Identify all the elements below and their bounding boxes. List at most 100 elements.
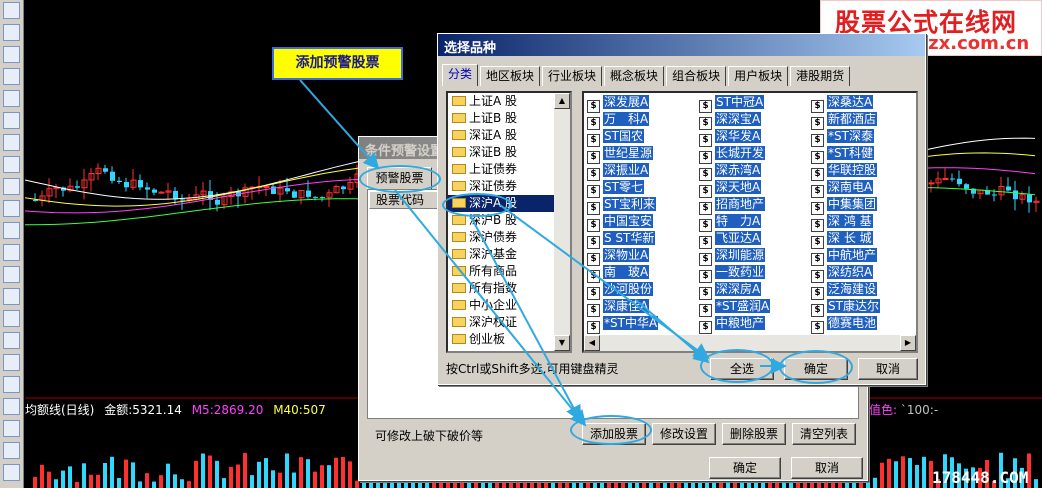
category-item[interactable]: 深沪债券: [448, 229, 570, 246]
stock-item[interactable]: $ *ST深泰: [811, 128, 874, 147]
clear-list-button[interactable]: 清空列表: [792, 423, 856, 445]
toolbar-tool-icon[interactable]: [3, 420, 20, 437]
stock-item[interactable]: $ 一致药业: [699, 264, 766, 283]
stock-item[interactable]: $ 深振业A: [587, 162, 650, 181]
stock-item[interactable]: $ 深深房A: [699, 281, 762, 300]
toolbar-tool-icon[interactable]: [3, 134, 20, 151]
stock-item[interactable]: $ *ST科健: [811, 145, 874, 164]
toolbar-tool-icon[interactable]: [3, 156, 20, 173]
tab-6[interactable]: 港股期货: [790, 66, 851, 86]
toolbar-tool-icon[interactable]: [3, 354, 20, 371]
toolbar-tool-icon[interactable]: [3, 266, 20, 283]
toolbar-tool-icon[interactable]: [3, 2, 20, 19]
delete-stock-button[interactable]: 删除股票: [722, 423, 786, 445]
modify-settings-button[interactable]: 修改设置: [652, 423, 716, 445]
stock-grid-scrollbar[interactable]: ◀ ▶: [584, 335, 916, 351]
stock-item[interactable]: $ 南 玻A: [587, 264, 650, 283]
toolbar-tool-icon[interactable]: [3, 332, 20, 349]
ok-button[interactable]: 确定: [709, 457, 781, 479]
stock-item[interactable]: $ *ST中华A: [587, 315, 659, 334]
cancel-button[interactable]: 取消: [791, 457, 863, 479]
toolbar-tool-icon[interactable]: [3, 178, 20, 195]
toolbar-tool-icon[interactable]: [3, 46, 20, 63]
stock-item[interactable]: $ 深物业A: [587, 247, 650, 266]
toolbar-tool-icon[interactable]: [3, 244, 20, 261]
stock-item[interactable]: $ 沙河股份: [587, 281, 654, 300]
stock-item[interactable]: $ 深圳能源: [699, 247, 766, 266]
stock-item[interactable]: $ 中国宝安: [587, 213, 654, 232]
tab-3[interactable]: 概念板块: [604, 66, 665, 86]
category-item[interactable]: 深证债券: [448, 178, 570, 195]
toolbar-tool-icon[interactable]: [3, 442, 20, 459]
toolbar-tool-icon[interactable]: [3, 398, 20, 415]
toolbar-tool-icon[interactable]: [3, 68, 20, 85]
stock-item[interactable]: $ ST零七: [587, 179, 644, 198]
stock-item[interactable]: $ ST中冠A: [699, 94, 765, 113]
stock-item[interactable]: $ 万 科A: [587, 111, 650, 130]
stock-item[interactable]: $ 深南电A: [811, 179, 874, 198]
stock-item[interactable]: $ 深康佳A: [587, 298, 650, 317]
stock-item[interactable]: $ ST国农: [587, 128, 644, 147]
scroll-right-icon[interactable]: ▶: [900, 335, 916, 351]
tab-0[interactable]: 分类: [442, 64, 479, 86]
stock-item[interactable]: $ 深 鸿 基: [811, 213, 873, 232]
category-item[interactable]: 上证B 股: [448, 110, 570, 127]
toolbar-tool-icon[interactable]: [3, 376, 20, 393]
stock-item[interactable]: $ 飞亚达A: [699, 230, 762, 249]
toolbar-tool-icon[interactable]: [3, 222, 20, 239]
category-item[interactable]: 创业板: [448, 331, 570, 348]
tab-1[interactable]: 地区板块: [480, 66, 541, 86]
toolbar-tool-icon[interactable]: [3, 24, 20, 41]
stock-item[interactable]: $ 深桑达A: [811, 94, 874, 113]
toolbar-tool-icon[interactable]: [3, 112, 20, 129]
toolbar-tool-icon[interactable]: [3, 310, 20, 327]
category-item[interactable]: 深沪权证: [448, 314, 570, 331]
category-scrollbar[interactable]: ▲ ▼: [554, 93, 570, 351]
category-list[interactable]: 上证A 股上证B 股深证A 股深证B 股上证债券 深证债券 深沪A 股深沪B 股深沪…: [446, 91, 572, 353]
stock-item[interactable]: $ 世纪星源: [587, 145, 654, 164]
category-item[interactable]: 所有指数: [448, 280, 570, 297]
stock-item[interactable]: $ ST康达尔: [811, 298, 880, 317]
stock-grid[interactable]: $ 深发展A $ ST中冠A $ 深桑达A $ 万 科A $ 深深宝A $ 新都酒店 $ ST国农 $ 深华发…: [582, 91, 918, 353]
toolbar-tool-icon[interactable]: [3, 288, 20, 305]
stock-item[interactable]: $ 中集集团: [811, 196, 878, 215]
tab-5[interactable]: 用户板块: [728, 66, 789, 86]
category-tabs: 分类 地区板块 行业板块 概念板块 组合板块 用户板块 港股期货: [442, 64, 852, 86]
category-item[interactable]: 深证A 股: [448, 127, 570, 144]
stock-item[interactable]: $ 中航地产: [811, 247, 878, 266]
stock-item[interactable]: $ 新都酒店: [811, 111, 878, 130]
category-item[interactable]: 深证B 股: [448, 144, 570, 161]
stock-item[interactable]: $ 深纺织A: [811, 264, 874, 283]
stock-item[interactable]: $ 深赤湾A: [699, 162, 762, 181]
stock-item[interactable]: $ 招商地产: [699, 196, 766, 215]
select-cancel-button[interactable]: 取消: [858, 358, 918, 380]
category-item[interactable]: 上证债券: [448, 161, 570, 178]
toolbar-tool-icon[interactable]: [3, 200, 20, 217]
stock-item[interactable]: $ *ST盛润A: [699, 298, 771, 317]
category-item[interactable]: 中小企业: [448, 297, 570, 314]
stock-item[interactable]: $ 华联控股: [811, 162, 878, 181]
scroll-down-icon[interactable]: ▼: [554, 335, 570, 351]
toolbar-tool-icon[interactable]: [3, 464, 20, 481]
tab-2[interactable]: 行业板块: [542, 66, 603, 86]
stock-item[interactable]: $ 深天地A: [699, 179, 762, 198]
tab-4[interactable]: 组合板块: [666, 66, 727, 86]
category-item[interactable]: 上证A 股: [448, 93, 570, 110]
stock-item[interactable]: $ 中粮地产: [699, 315, 766, 334]
stock-item[interactable]: $ 德赛电池: [811, 315, 878, 334]
stock-item[interactable]: $ 深发展A: [587, 94, 650, 113]
stock-item[interactable]: $ 深华发A: [699, 128, 762, 147]
stock-item[interactable]: $ 泛海建设: [811, 281, 878, 300]
scroll-up-icon[interactable]: ▲: [554, 93, 570, 109]
stock-item[interactable]: $ 深 长 城: [811, 230, 873, 249]
stock-item[interactable]: $ 特 力A: [699, 213, 762, 232]
stock-item[interactable]: $ 长城开发: [699, 145, 766, 164]
stock-item[interactable]: $ 深深宝A: [699, 111, 762, 130]
scroll-left-icon[interactable]: ◀: [584, 335, 600, 351]
stock-item[interactable]: $ ST宝利来: [587, 196, 656, 215]
category-item[interactable]: 所有商品: [448, 263, 570, 280]
category-item[interactable]: 深沪基金: [448, 246, 570, 263]
stock-item[interactable]: $ S ST华新: [587, 230, 656, 249]
toolbar-tool-icon[interactable]: [3, 90, 20, 107]
category-label: 深沪权证: [469, 315, 518, 329]
